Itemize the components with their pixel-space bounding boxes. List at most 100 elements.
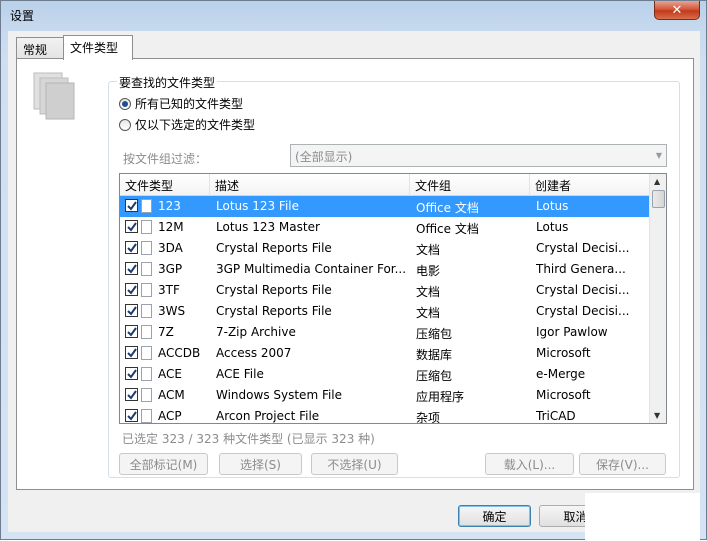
file-types-list[interactable]: 文件类型 描述 文件组 创建者 123 Lotus 123 File Office … bbox=[119, 173, 667, 424]
vertical-scrollbar[interactable]: ▲ ▼ bbox=[649, 174, 666, 423]
documents-stack-icon bbox=[33, 72, 75, 120]
table-row[interactable]: 12M Lotus 123 Master Office 文档 Lotus bbox=[120, 217, 650, 238]
cell-creator: Microsoft bbox=[536, 346, 591, 360]
cell-description: 7-Zip Archive bbox=[216, 325, 296, 339]
close-icon: ✕ bbox=[671, 2, 683, 18]
save-button[interactable]: 保存(V)... bbox=[579, 453, 666, 475]
table-row[interactable]: 7Z 7-Zip Archive 压缩包 Igor Pawlow bbox=[120, 322, 650, 343]
cell-description: Access 2007 bbox=[216, 346, 292, 360]
cell-creator: Igor Pawlow bbox=[536, 325, 608, 339]
radio-all-indicator[interactable] bbox=[119, 97, 131, 110]
cell-creator: e-Merge bbox=[536, 367, 586, 381]
cell-type: ACE bbox=[158, 367, 182, 381]
tab-general[interactable]: 常规 bbox=[16, 37, 64, 59]
table-row[interactable]: 3TF Crystal Reports File 文档 Crystal Decisi.… bbox=[120, 280, 650, 301]
table-row[interactable]: 3DA Crystal Reports File 文档 Crystal Decisi.… bbox=[120, 238, 650, 259]
file-icon bbox=[141, 262, 152, 276]
column-type-label: 文件类型 bbox=[125, 179, 174, 193]
radio-selected-types[interactable]: 仅以下选定的文件类型 bbox=[119, 116, 255, 133]
checkbox[interactable] bbox=[125, 346, 138, 359]
table-row[interactable]: 123 Lotus 123 File Office 文档 Lotus bbox=[120, 196, 650, 217]
file-icon bbox=[141, 325, 152, 339]
filter-select-value: (全部显示) bbox=[295, 150, 353, 164]
column-header-group[interactable]: 文件组 bbox=[410, 174, 530, 196]
checkmark-icon bbox=[127, 222, 137, 232]
mark-all-label: 全部标记(M) bbox=[129, 457, 198, 472]
checkbox[interactable] bbox=[125, 283, 138, 296]
table-row[interactable]: ACP Arcon Project File 杂项 TriCAD bbox=[120, 406, 650, 423]
load-button[interactable]: 载入(L)... bbox=[485, 453, 574, 475]
checkmark-icon bbox=[127, 201, 137, 211]
scroll-down-icon[interactable]: ▼ bbox=[654, 411, 660, 420]
radio-all-known-types[interactable]: 所有已知的文件类型 bbox=[119, 95, 243, 112]
cell-description: ACE File bbox=[216, 367, 264, 381]
cell-description: Lotus 123 File bbox=[216, 199, 299, 213]
scroll-thumb[interactable] bbox=[652, 190, 665, 208]
filter-label: 按文件组过滤： bbox=[123, 152, 208, 166]
cell-group: 数据库 bbox=[416, 348, 453, 362]
cell-creator: Third Genera... bbox=[536, 262, 626, 276]
load-label: 载入(L)... bbox=[503, 457, 556, 472]
column-header-creator[interactable]: 创建者 bbox=[530, 174, 650, 196]
file-icon bbox=[141, 241, 152, 255]
cell-creator: Crystal Decisi... bbox=[536, 241, 630, 255]
checkbox[interactable] bbox=[125, 241, 138, 254]
cell-group: Office 文档 bbox=[416, 222, 479, 236]
table-row[interactable]: ACCDB Access 2007 数据库 Microsoft bbox=[120, 343, 650, 364]
cell-description: Lotus 123 Master bbox=[216, 220, 320, 234]
checkbox[interactable] bbox=[125, 199, 138, 212]
checkbox[interactable] bbox=[125, 325, 138, 338]
checkmark-icon bbox=[127, 369, 137, 379]
cell-type: 3GP bbox=[158, 262, 183, 276]
radio-selected-indicator[interactable] bbox=[119, 118, 131, 131]
table-row[interactable]: ACM Windows System File 应用程序 Microsoft bbox=[120, 385, 650, 406]
checkmark-icon bbox=[127, 348, 137, 358]
checkbox[interactable] bbox=[125, 220, 138, 233]
ok-button[interactable]: 确定 bbox=[458, 505, 531, 527]
close-button[interactable]: ✕ bbox=[654, 1, 700, 20]
checkbox[interactable] bbox=[125, 388, 138, 401]
checkmark-icon bbox=[127, 411, 137, 421]
table-row[interactable]: ACE ACE File 压缩包 e-Merge bbox=[120, 364, 650, 385]
file-group-filter-select[interactable]: (全部显示) ▼ bbox=[290, 144, 667, 167]
tab-file-types[interactable]: 文件类型 bbox=[63, 35, 133, 60]
file-icon bbox=[141, 388, 152, 402]
cell-description: Windows System File bbox=[216, 388, 343, 402]
list-header: 文件类型 描述 文件组 创建者 bbox=[120, 174, 650, 196]
column-header-description[interactable]: 描述 bbox=[210, 174, 410, 196]
column-description-label: 描述 bbox=[215, 179, 240, 193]
checkbox[interactable] bbox=[125, 367, 138, 380]
cell-creator: Lotus bbox=[536, 220, 569, 234]
cell-type: 3WS bbox=[158, 304, 186, 318]
column-header-type[interactable]: 文件类型 bbox=[120, 174, 210, 196]
cell-group: 压缩包 bbox=[416, 369, 453, 383]
cell-creator: Microsoft bbox=[536, 388, 591, 402]
file-icon bbox=[141, 367, 152, 381]
checkbox[interactable] bbox=[125, 409, 138, 422]
select-label: 选择(S) bbox=[240, 457, 281, 472]
cell-group: 文档 bbox=[416, 306, 441, 320]
checkbox[interactable] bbox=[125, 262, 138, 275]
mark-all-button[interactable]: 全部标记(M) bbox=[119, 453, 208, 475]
checkbox[interactable] bbox=[125, 304, 138, 317]
checkmark-icon bbox=[127, 390, 137, 400]
checkmark-icon bbox=[127, 285, 137, 295]
select-button[interactable]: 选择(S) bbox=[219, 453, 302, 475]
title-bar[interactable]: 设置 ✕ bbox=[1, 1, 706, 29]
dialog-client-area: 常规 文件类型 要查找的文件类型 所有已知的文件类型 仅以下选定的文件类型 按文… bbox=[8, 31, 700, 532]
table-row[interactable]: 3WS Crystal Reports File 文档 Crystal Decisi.… bbox=[120, 301, 650, 322]
cell-group: 压缩包 bbox=[416, 327, 453, 341]
chevron-down-icon: ▼ bbox=[655, 151, 662, 160]
scroll-up-icon[interactable]: ▲ bbox=[654, 177, 660, 186]
group-title: 要查找的文件类型 bbox=[117, 74, 218, 91]
table-row[interactable]: 3GP 3GP Multimedia Container For... 电影 Thir… bbox=[120, 259, 650, 280]
cell-group: 应用程序 bbox=[416, 390, 465, 404]
settings-window: 设置 ✕ 常规 文件类型 要查找的文件类型 所有已知的文件类型 仅以下选定的文件… bbox=[0, 0, 707, 541]
checkmark-icon bbox=[127, 306, 137, 316]
cell-type: 3TF bbox=[158, 283, 180, 297]
cancel-label: 取消 bbox=[563, 509, 588, 524]
file-types-group: 要查找的文件类型 所有已知的文件类型 仅以下选定的文件类型 按文件组过滤： (全… bbox=[108, 74, 680, 478]
tab-general-label: 常规 bbox=[23, 43, 48, 57]
deselect-button[interactable]: 不选择(U) bbox=[311, 453, 398, 475]
radio-selected-label: 仅以下选定的文件类型 bbox=[135, 118, 256, 132]
